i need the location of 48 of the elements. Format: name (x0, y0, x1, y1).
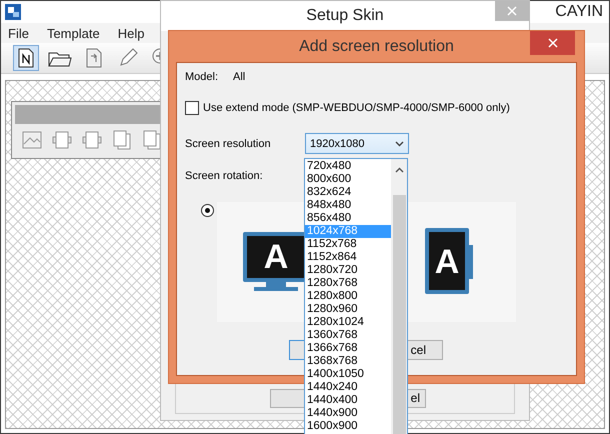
field-label: Screen resolution (185, 138, 272, 150)
menu-item[interactable]: Template (46, 26, 100, 40)
dropdown-option[interactable]: 1280x1024 (305, 316, 391, 329)
dropdown-option[interactable]: 848x480 (305, 199, 391, 212)
close-icon (548, 38, 558, 48)
chevron-up-icon (394, 167, 404, 173)
dropdown-option[interactable]: 832x624 (305, 186, 391, 199)
field-label: Model: (185, 71, 220, 83)
scrollbar[interactable] (391, 159, 407, 434)
model-value: All (233, 71, 246, 83)
dialog-title: Add screen resolution (299, 38, 454, 56)
device-icon (81, 129, 103, 151)
screen-letter: A (264, 240, 288, 274)
dropdown-option[interactable]: 1152x768 (305, 238, 391, 251)
dropdown-option[interactable]: 1152x864 (305, 251, 391, 264)
monitor-icon (424, 227, 476, 297)
dropdown-option[interactable]: 1440x400 (305, 394, 391, 407)
device-icon (51, 129, 73, 151)
resolution-dropdown[interactable]: 1920x1080 (305, 133, 409, 154)
menu-item[interactable]: Help (118, 26, 144, 40)
dropdown-option[interactable]: 1280x768 (305, 277, 391, 290)
menu-item[interactable]: File (8, 26, 29, 40)
window-title: CAYIN (555, 3, 603, 21)
close-button[interactable] (530, 31, 575, 55)
dropdown-option[interactable]: 856x480 (305, 212, 391, 225)
dropdown-option[interactable]: 1440x240 (305, 381, 391, 394)
dropdown-option[interactable]: 800x600 (305, 173, 391, 186)
field-label: Screen rotation: (185, 170, 263, 182)
pages-icon (141, 129, 163, 151)
pages-icon (111, 129, 133, 151)
close-icon (507, 6, 517, 16)
dropdown-option[interactable]: 1280x800 (305, 290, 391, 303)
checkbox-label: Use extend mode (SMP-WEBDUO/SMP-4000/SMP-6000 only) (203, 102, 510, 114)
screen-letter: A (434, 245, 460, 279)
dropdown-option[interactable]: 1400x1050 (305, 368, 391, 381)
chevron-down-icon (395, 140, 404, 146)
dropdown-option[interactable]: 1280x960 (305, 303, 391, 316)
checkbox[interactable] (185, 101, 199, 115)
new-document-button[interactable] (13, 45, 39, 71)
dropdown-option[interactable]: 1360x768 (305, 329, 391, 342)
dropdown-option[interactable]: 1600x900 (305, 420, 391, 433)
dropdown-option[interactable]: 1440x900 (305, 407, 391, 420)
app-icon (5, 4, 21, 20)
image-icon (21, 129, 43, 151)
radio-button[interactable] (201, 204, 214, 217)
dropdown-option[interactable]: 720x480 (305, 160, 391, 173)
window-title: Setup Skin (306, 7, 384, 25)
dropdown-option[interactable]: 1280x720 (305, 264, 391, 277)
